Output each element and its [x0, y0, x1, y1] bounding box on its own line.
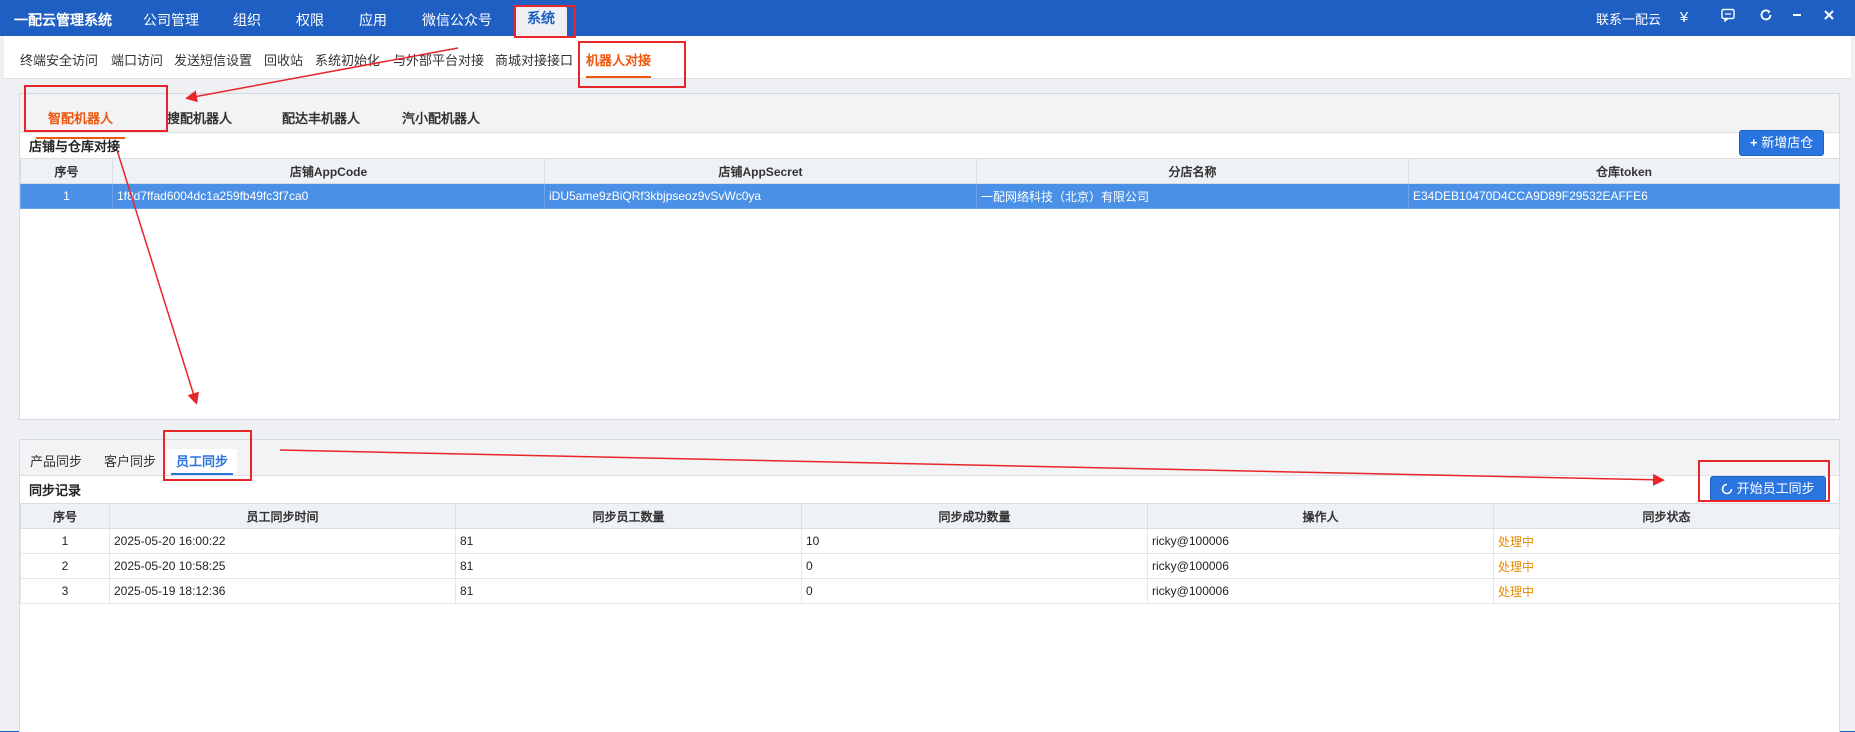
subnav-recycle-bin[interactable]: 回收站: [264, 50, 303, 69]
nav-permissions[interactable]: 权限: [296, 10, 324, 30]
minimize-icon[interactable]: [1786, 7, 1808, 29]
tab-zhipei-robot[interactable]: 智配机器人: [35, 108, 126, 139]
tab-customer-sync[interactable]: 客户同步: [95, 449, 165, 475]
status-badge: 处理中: [1493, 553, 1840, 579]
cell-index: 2: [20, 553, 110, 579]
store-section-title: 店铺与仓库对接: [29, 139, 121, 154]
chat-icon[interactable]: [1717, 7, 1739, 29]
cell-operator: ricky@100006: [1147, 578, 1494, 604]
col-appsecret[interactable]: 店铺AppSecret: [544, 158, 977, 184]
store-table-header: 序号 店铺AppCode 店铺AppSecret 分店名称 仓库token: [20, 158, 1840, 184]
sync-tabs: 产品同步 客户同步 员工同步: [20, 440, 1839, 476]
nav-company-management[interactable]: 公司管理: [143, 10, 199, 30]
refresh-icon[interactable]: [1755, 7, 1777, 29]
tab-product-sync[interactable]: 产品同步: [21, 449, 91, 475]
cell-index: 1: [20, 528, 110, 554]
robot-panel: 智配机器人 搜配机器人 配达丰机器人 汽小配机器人 店铺与仓库对接 + 新增店仓…: [19, 93, 1840, 420]
table-row[interactable]: 1 2025-05-20 16:00:22 81 10 ricky@100006…: [20, 528, 1840, 554]
contact-link[interactable]: 联系一配云: [1596, 9, 1661, 28]
tab-soupei-robot[interactable]: 搜配机器人: [167, 108, 232, 127]
system-subnav: 终端安全访问 端口访问 发送短信设置 回收站 系统初始化 与外部平台对接 商城对…: [4, 36, 1851, 79]
tab-qixiaopei-robot[interactable]: 汽小配机器人: [402, 108, 480, 127]
status-badge: 处理中: [1493, 578, 1840, 604]
cell-sync-time: 2025-05-20 10:58:25: [109, 553, 456, 579]
cell-operator: ricky@100006: [1147, 528, 1494, 554]
col-sync-status[interactable]: 同步状态: [1493, 503, 1840, 529]
app-brand: 一配云管理系统: [14, 12, 112, 28]
cell-index: 1: [20, 183, 113, 209]
subnav-mall-interface[interactable]: 商城对接接口: [495, 50, 573, 69]
store-table: 序号 店铺AppCode 店铺AppSecret 分店名称 仓库token 1 …: [20, 158, 1840, 209]
subnav-robot-integration[interactable]: 机器人对接: [586, 50, 652, 78]
plus-icon: +: [1750, 135, 1758, 150]
nav-organization[interactable]: 组织: [233, 10, 261, 30]
tab-employee-sync[interactable]: 员工同步: [167, 449, 238, 475]
cell-sync-time: 2025-05-19 18:12:36: [109, 578, 456, 604]
sync-table-header: 序号 员工同步时间 同步员工数量 同步成功数量 操作人 同步状态: [20, 503, 1840, 529]
nav-apps[interactable]: 应用: [359, 10, 387, 30]
subnav-external-platform[interactable]: 与外部平台对接: [393, 50, 484, 69]
col-index[interactable]: 序号: [20, 503, 110, 529]
close-icon[interactable]: [1818, 7, 1840, 29]
col-index[interactable]: 序号: [20, 158, 113, 184]
start-employee-sync-label: 开始员工同步: [1736, 481, 1815, 496]
cell-success-count: 0: [801, 578, 1148, 604]
cell-success-count: 10: [801, 528, 1148, 554]
cell-branch-name: 一配网络科技（北京）有限公司: [976, 183, 1409, 209]
col-warehouse-token[interactable]: 仓库token: [1408, 158, 1840, 184]
sync-section-title: 同步记录: [29, 483, 82, 498]
top-navbar: 一配云管理系统 公司管理 组织 权限 应用 微信公众号 系统 联系一配云 ¥: [0, 0, 1855, 36]
sync-records-table: 序号 员工同步时间 同步员工数量 同步成功数量 操作人 同步状态 1 2025-…: [20, 503, 1840, 604]
nav-system[interactable]: 系统: [515, 6, 567, 36]
table-row[interactable]: 2 2025-05-20 10:58:25 81 0 ricky@100006 …: [20, 553, 1840, 579]
col-employee-count[interactable]: 同步员工数量: [455, 503, 802, 529]
sync-panel: 产品同步 客户同步 员工同步 同步记录 开始员工同步 序号 员工同步时间 同步员…: [19, 439, 1840, 732]
tab-peidafeng-robot[interactable]: 配达丰机器人: [282, 108, 360, 127]
loading-spinner-icon: [1721, 479, 1733, 503]
cell-employee-count: 81: [455, 578, 802, 604]
subnav-system-init[interactable]: 系统初始化: [315, 50, 380, 69]
cell-warehouse-token: E34DEB10470D4CCA9D89F29532EAFFE6: [1408, 183, 1840, 209]
cell-employee-count: 81: [455, 528, 802, 554]
add-store-warehouse-button[interactable]: + 新增店仓: [1739, 130, 1825, 156]
start-employee-sync-button[interactable]: 开始员工同步: [1710, 476, 1826, 502]
col-branch-name[interactable]: 分店名称: [976, 158, 1409, 184]
add-store-warehouse-label: 新增店仓: [1761, 135, 1814, 150]
currency-icon[interactable]: ¥: [1673, 7, 1695, 29]
col-appcode[interactable]: 店铺AppCode: [112, 158, 545, 184]
subnav-terminal-security[interactable]: 终端安全访问: [20, 50, 98, 69]
cell-success-count: 0: [801, 553, 1148, 579]
status-badge: 处理中: [1493, 528, 1840, 554]
cell-operator: ricky@100006: [1147, 553, 1494, 579]
subnav-port-access[interactable]: 端口访问: [111, 50, 163, 69]
nav-wechat-official[interactable]: 微信公众号: [422, 10, 492, 30]
robot-tabs: 智配机器人 搜配机器人 配达丰机器人 汽小配机器人: [20, 94, 1839, 139]
table-row[interactable]: 3 2025-05-19 18:12:36 81 0 ricky@100006 …: [20, 578, 1840, 604]
col-success-count[interactable]: 同步成功数量: [801, 503, 1148, 529]
cell-appsecret: iDU5ame9zBiQRf3kbjpseoz9vSvWc0ya: [544, 183, 977, 209]
table-row[interactable]: 1 1f8d7ffad6004dc1a259fb49fc3f7ca0 iDU5a…: [20, 183, 1840, 209]
cell-employee-count: 81: [455, 553, 802, 579]
app-window: 一配云管理系统 公司管理 组织 权限 应用 微信公众号 系统 联系一配云 ¥ 终…: [0, 0, 1855, 732]
col-sync-time[interactable]: 员工同步时间: [109, 503, 456, 529]
cell-index: 3: [20, 578, 110, 604]
cell-appcode: 1f8d7ffad6004dc1a259fb49fc3f7ca0: [112, 183, 545, 209]
col-operator[interactable]: 操作人: [1147, 503, 1494, 529]
subnav-sms-settings[interactable]: 发送短信设置: [174, 50, 252, 69]
cell-sync-time: 2025-05-20 16:00:22: [109, 528, 456, 554]
